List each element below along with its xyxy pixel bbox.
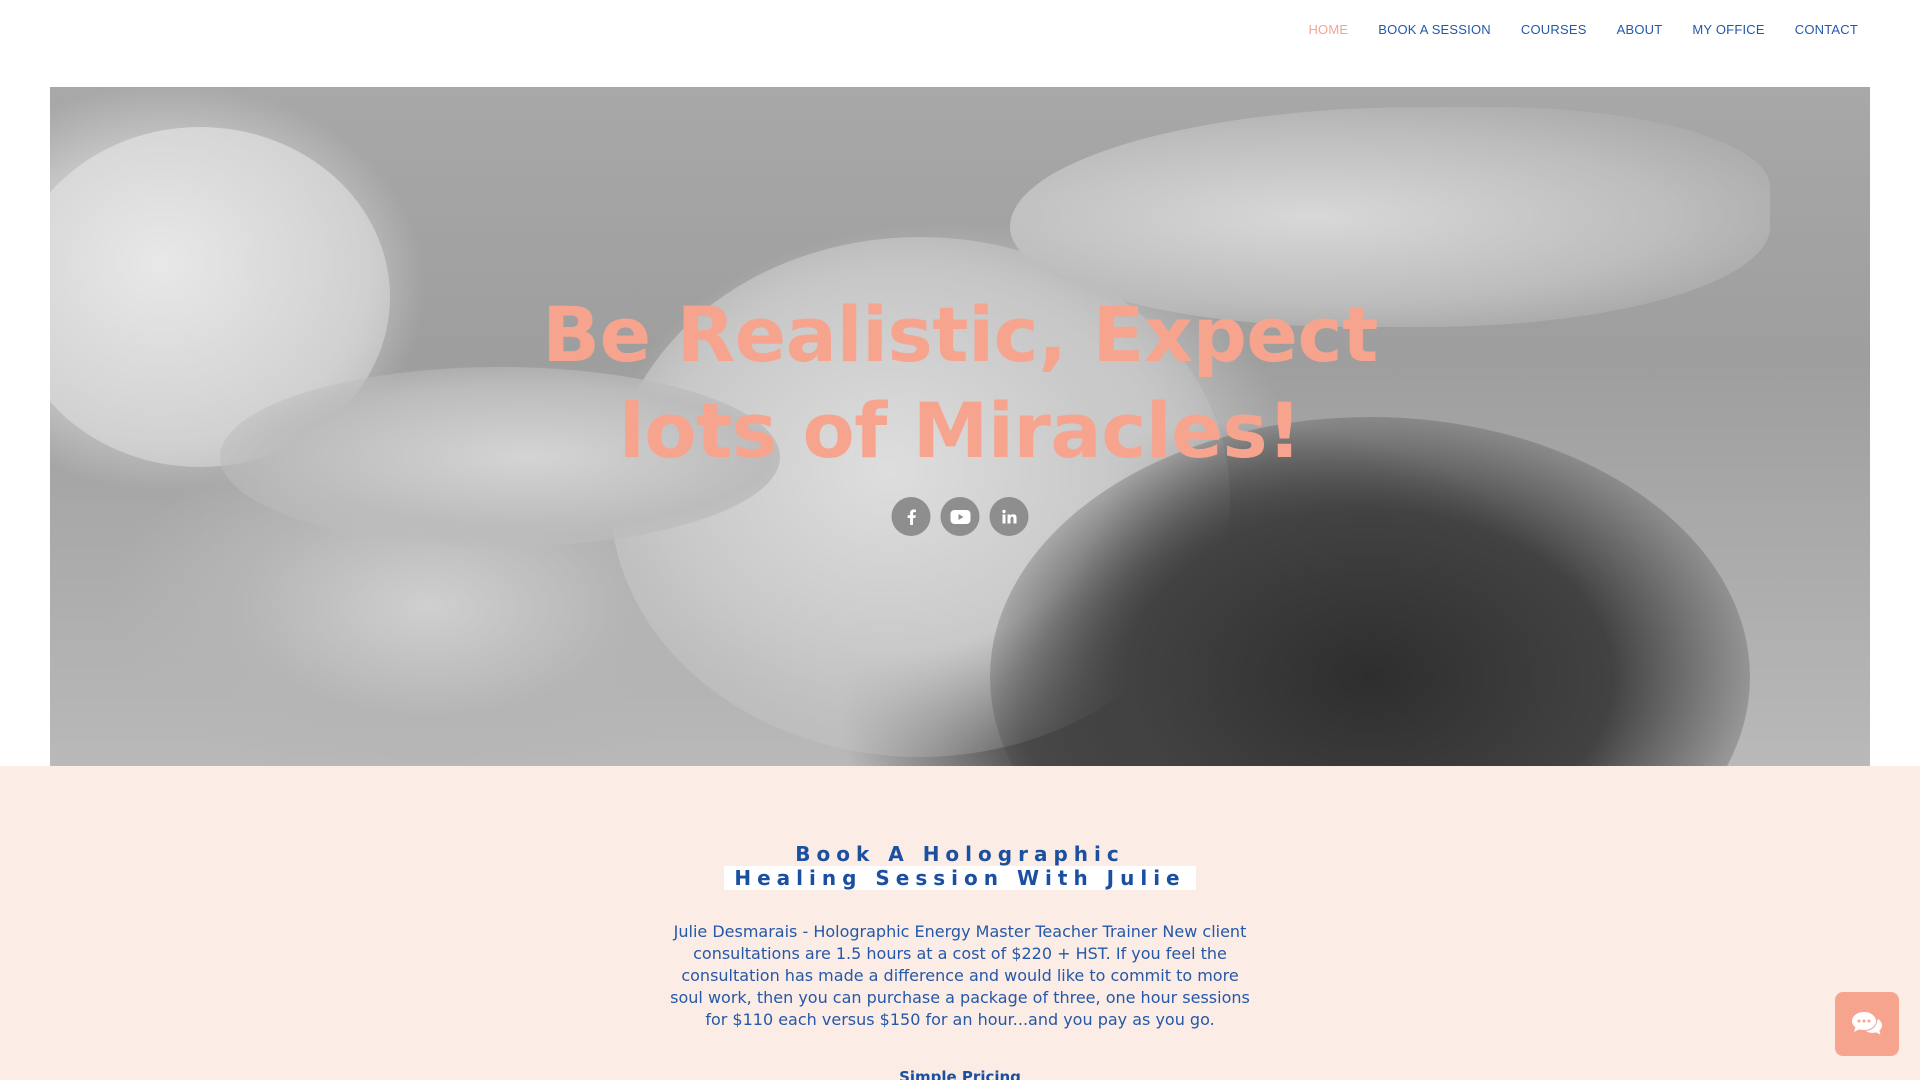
nav-home[interactable]: HOME xyxy=(1308,22,1348,37)
youtube-icon[interactable] xyxy=(940,497,980,536)
booking-heading-line1: Book A Holographic xyxy=(795,841,1125,866)
nav-book-a-session[interactable]: BOOK A SESSION xyxy=(1378,22,1491,37)
linkedin-icon[interactable] xyxy=(989,497,1029,536)
hero-title-line1: Be Realistic, Expect xyxy=(542,290,1378,379)
chat-button[interactable] xyxy=(1835,992,1899,1056)
nav-my-office[interactable]: MY OFFICE xyxy=(1692,22,1764,37)
booking-section: Book A Holographic Healing Session With … xyxy=(0,766,1920,1080)
nav-about[interactable]: ABOUT xyxy=(1617,22,1663,37)
nav-contact[interactable]: CONTACT xyxy=(1795,22,1858,37)
booking-description-text: Julie Desmarais - Holographic Energy Mas… xyxy=(670,922,1250,1029)
page: HOME BOOK A SESSION COURSES ABOUT MY OFF… xyxy=(0,0,1920,1080)
social-bar xyxy=(891,497,1029,536)
simple-pricing-link[interactable]: Simple Pricing xyxy=(0,1068,1920,1080)
site-header: HOME BOOK A SESSION COURSES ABOUT MY OFF… xyxy=(0,0,1920,64)
booking-heading-line2: Healing Session With Julie xyxy=(724,865,1196,890)
main-nav: HOME BOOK A SESSION COURSES ABOUT MY OFF… xyxy=(1308,22,1858,37)
hero-title: Be Realistic, Expect lots of Miracles! xyxy=(50,287,1870,479)
booking-description: Julie Desmarais - Holographic Energy Mas… xyxy=(670,921,1250,1031)
chat-icon xyxy=(1852,1012,1882,1035)
booking-heading: Book A Holographic Healing Session With … xyxy=(0,842,1920,890)
hero-banner: Be Realistic, Expect lots of Miracles! xyxy=(50,87,1870,766)
hero-title-line2: lots of Miracles! xyxy=(618,386,1302,475)
facebook-icon[interactable] xyxy=(891,497,931,536)
nav-courses[interactable]: COURSES xyxy=(1521,22,1587,37)
